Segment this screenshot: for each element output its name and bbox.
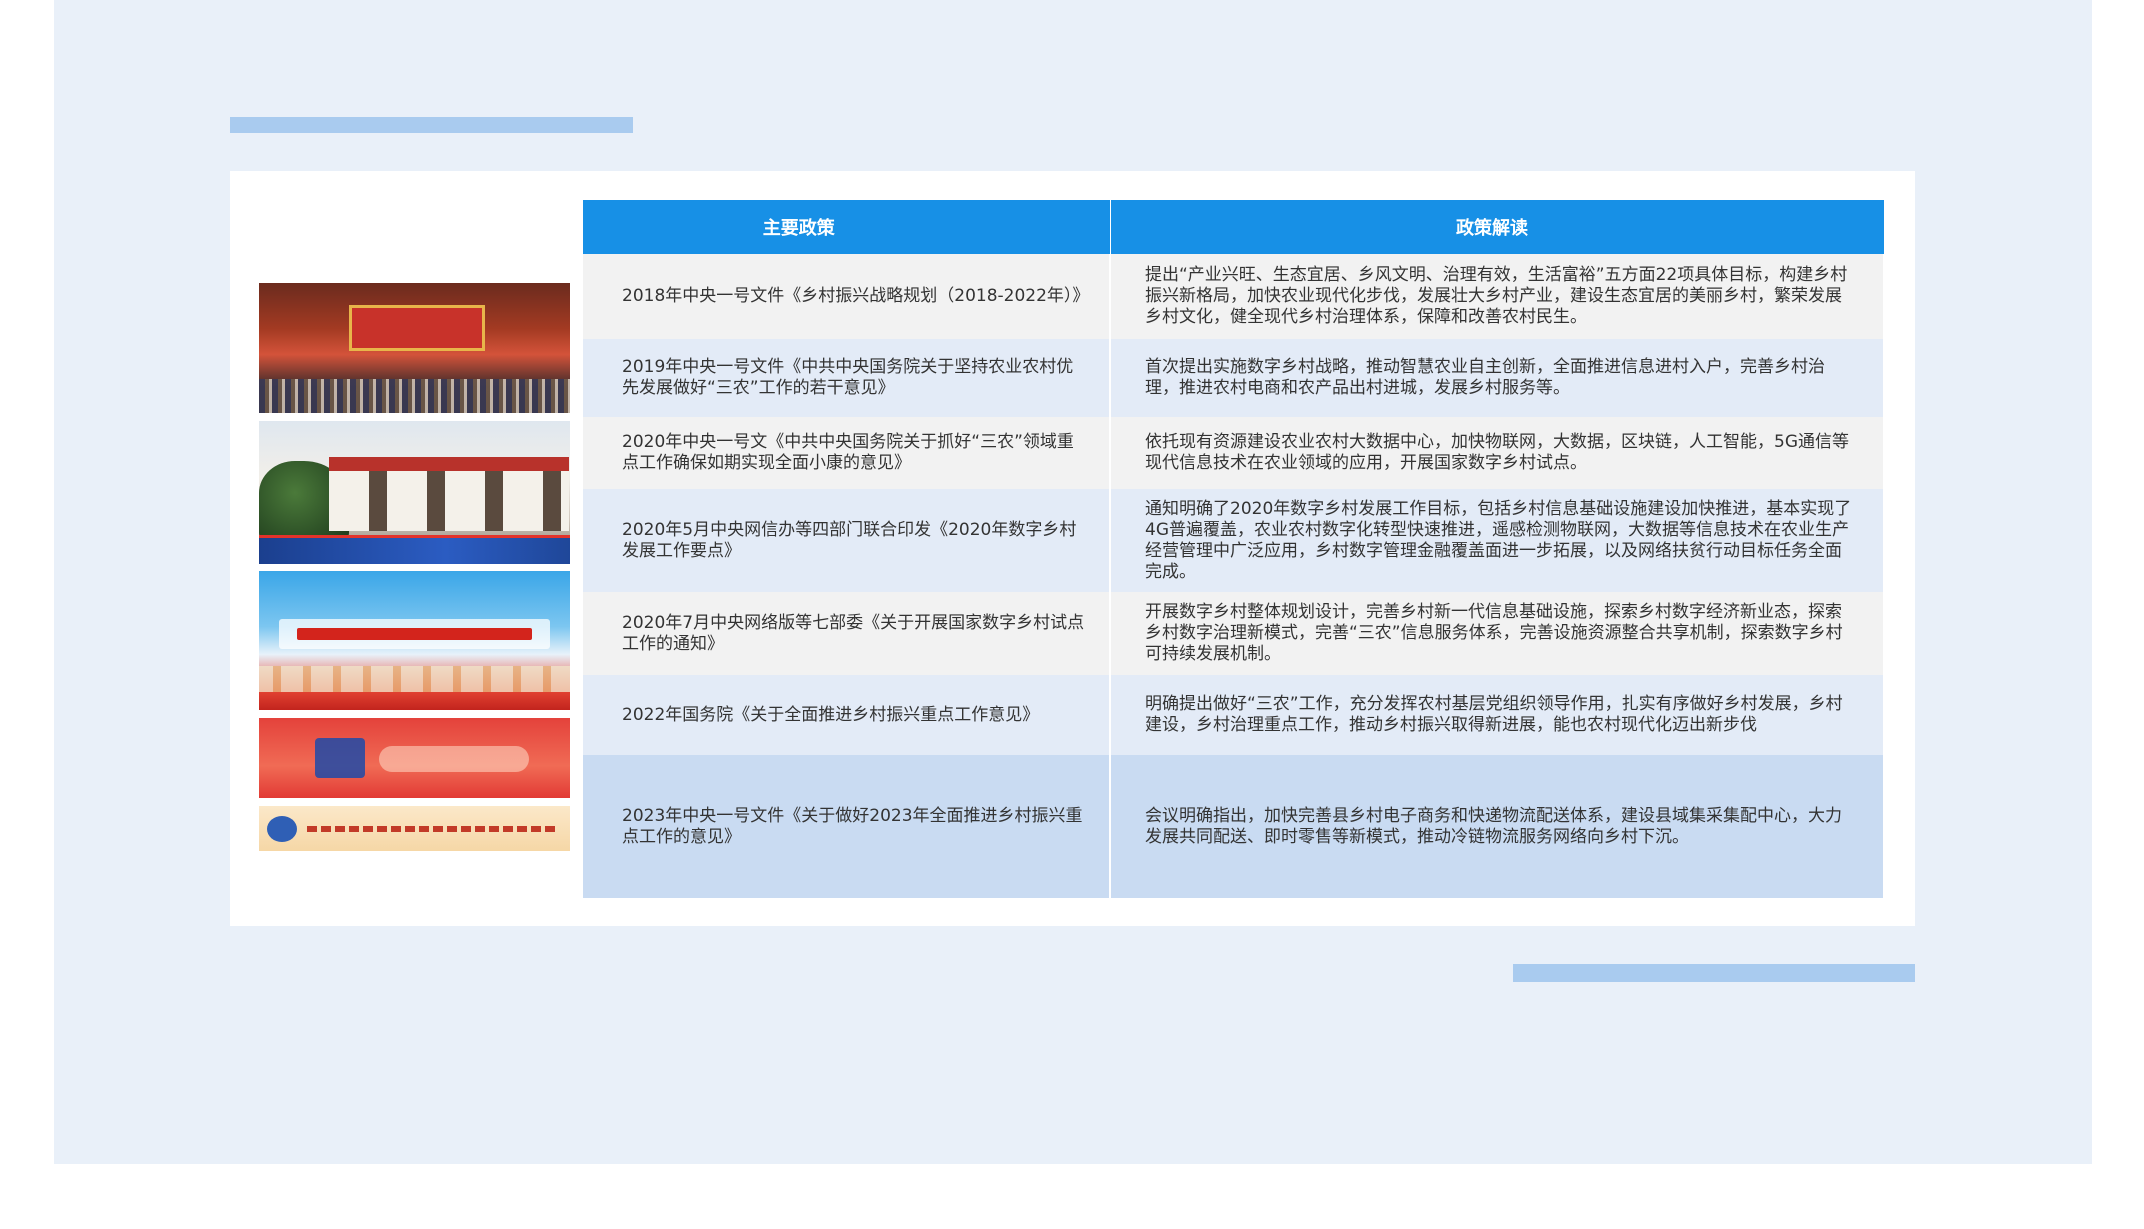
policy-cell: 2018年中央一号文件《乡村振兴战略规划（2018-2022年）》 [583, 254, 1111, 340]
interpretation-cell: 明确提出做好“三农”工作，充分发挥农村基层党组织领导作用，扎实有序做好乡村发展，… [1110, 675, 1885, 756]
house-wall [329, 471, 569, 531]
policy-cell: 2019年中央一号文件《中共中央国务院关于坚持农业农村优先发展做好“三农”工作的… [583, 339, 1111, 417]
decorative-bar-bottom [1513, 964, 1915, 982]
poster-cityscape [259, 666, 570, 692]
interpretation-cell: 首次提出实施数字乡村战略，推动智慧农业自主创新，全面推进信息进村入户，完善乡村治… [1110, 339, 1885, 417]
interpretation-cell: 开展数字乡村整体规划设计，完善乡村新一代信息基础设施，探索乡村数字经济新业态，探… [1110, 592, 1885, 676]
table-row: 2022年国务院《关于全面推进乡村振兴重点工作意见》 明确提出做好“三农”工作，… [583, 675, 1885, 756]
table-row: 2019年中央一号文件《中共中央国务院关于坚持农业农村优先发展做好“三农”工作的… [583, 339, 1885, 417]
banner-focus [259, 718, 570, 798]
banner-strip [259, 806, 570, 851]
banner-strip-text [307, 826, 557, 832]
decorative-bar-top [230, 117, 633, 133]
interpretation-cell: 提出“产业兴旺、生态宜居、乡风文明、治理有效，生活富裕”五方面22项具体目标，构… [1110, 254, 1885, 340]
banner-headline-mark [315, 738, 365, 778]
table-row: 2018年中央一号文件《乡村振兴战略规划（2018-2022年）》 提出“产业兴… [583, 254, 1885, 340]
policy-table: 主要政策 政策解读 2018年中央一号文件《乡村振兴战略规划（2018-2022… [583, 200, 1885, 898]
interpretation-cell: 会议明确指出，加快完善县乡村电子商务和快递物流配送体系，建设县域集采集配中心，大… [1110, 755, 1885, 898]
image-collage [259, 283, 570, 851]
photo-village-houses [259, 421, 570, 564]
header-main-policy: 主要政策 [583, 200, 1111, 254]
stage-screen [349, 305, 485, 351]
photo-conference-hall [259, 283, 570, 413]
interpretation-cell: 依托现有资源建设农业农村大数据中心，加快物联网，大数据，区块链，人工智能，5G通… [1110, 417, 1885, 489]
table-row: 2023年中央一号文件《关于做好2023年全面推进乡村振兴重点工作的意见》 会议… [583, 755, 1885, 898]
policy-cell: 2023年中央一号文件《关于做好2023年全面推进乡村振兴重点工作的意见》 [583, 755, 1111, 898]
interpretation-cell: 通知明确了2020年数字乡村发展工作目标，包括乡村信息基础设施建设加快推进，基本… [1110, 488, 1885, 593]
emblem-icon [267, 816, 297, 842]
policy-cell: 2022年国务院《关于全面推进乡村振兴重点工作意见》 [583, 675, 1111, 756]
poster-title-band [279, 619, 550, 649]
table-row: 2020年中央一号文《中共中央国务院关于抓好“三农”领域重点工作确保如期实现全面… [583, 417, 1885, 489]
policy-cell: 2020年中央一号文《中共中央国务院关于抓好“三农”领域重点工作确保如期实现全面… [583, 417, 1111, 489]
news-banner [259, 535, 570, 564]
audience [259, 379, 570, 413]
policy-cell: 2020年7月中央网络版等七部委《关于开展国家数字乡村试点工作的通知》 [583, 592, 1111, 676]
header-policy-interpretation: 政策解读 [1110, 200, 1885, 254]
page-canvas: 主要政策 政策解读 2018年中央一号文件《乡村振兴战略规划（2018-2022… [0, 0, 2144, 1229]
policy-cell: 2020年5月中央网信办等四部门联合印发《2020年数字乡村发展工作要点》 [583, 488, 1111, 593]
table-row: 2020年5月中央网信办等四部门联合印发《2020年数字乡村发展工作要点》 通知… [583, 488, 1885, 593]
roof [329, 457, 569, 471]
table-row: 2020年7月中央网络版等七部委《关于开展国家数字乡村试点工作的通知》 开展数字… [583, 592, 1885, 676]
banner-pill [379, 746, 529, 772]
poster-digital-village [259, 571, 570, 710]
table-header-row: 主要政策 政策解读 [583, 200, 1885, 254]
